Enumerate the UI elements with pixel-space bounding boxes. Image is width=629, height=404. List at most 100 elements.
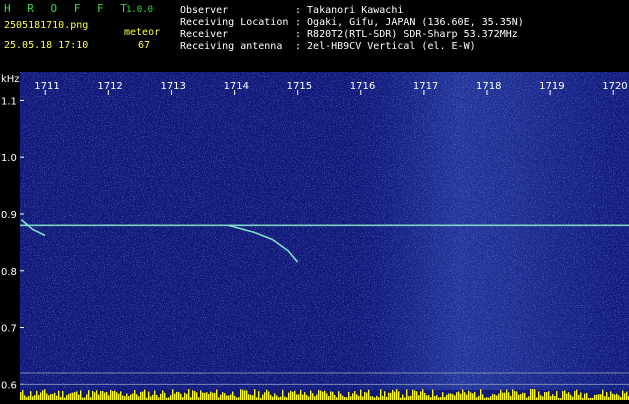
- meteor-count: 67: [138, 40, 151, 51]
- intensity-bar: [480, 389, 482, 400]
- intensity-bar: [612, 393, 614, 400]
- intensity-bar: [92, 390, 94, 400]
- intensity-bar: [366, 392, 368, 400]
- intensity-bar: [48, 395, 50, 400]
- intensity-bar: [254, 389, 256, 400]
- intensity-bar: [458, 391, 460, 400]
- intensity-bar: [292, 391, 294, 400]
- spectrogram-panel: 1.1 1.0 0.9 0.8 0.7 0.6 1711 1712 1713 1714 1715 1…: [0, 72, 629, 400]
- intensity-bar: [58, 390, 60, 400]
- intensity-bar: [498, 393, 500, 400]
- intensity-bar: [380, 389, 382, 400]
- y-axis-unit-label: kHz: [1, 74, 20, 85]
- intensity-bar: [392, 389, 394, 400]
- intensity-bar: [56, 395, 58, 400]
- intensity-bar: [210, 391, 212, 400]
- intensity-bar: [138, 396, 140, 400]
- x-tick-label: 1713: [160, 81, 185, 92]
- intensity-bar: [312, 393, 314, 400]
- intensity-bar: [332, 391, 334, 400]
- intensity-bar: [420, 391, 422, 400]
- intensity-bar: [310, 390, 312, 400]
- intensity-bar: [376, 395, 378, 400]
- intensity-bar: [246, 390, 248, 400]
- y-tick-label: 1.1: [1, 96, 17, 107]
- intensity-bar: [72, 392, 74, 400]
- y-tick-label: 0.8: [1, 267, 17, 278]
- intensity-bar: [518, 394, 520, 400]
- intensity-bar: [368, 389, 370, 400]
- header-panel: H R O F F T 1.0.0 2505181710.png meteor …: [0, 0, 629, 72]
- intensity-bar: [308, 396, 310, 400]
- intensity-bar: [534, 389, 536, 400]
- intensity-bar: [460, 393, 462, 400]
- intensity-bar: [94, 392, 96, 400]
- intensity-bar: [538, 391, 540, 400]
- intensity-bar: [80, 390, 82, 400]
- intensity-bar: [298, 394, 300, 400]
- intensity-bar: [252, 395, 254, 400]
- intensity-bar: [248, 394, 250, 400]
- app-version: 1.0.0: [126, 5, 154, 15]
- intensity-bar: [122, 395, 124, 400]
- intensity-bar: [194, 391, 196, 400]
- x-tick-label: 1714: [224, 81, 249, 92]
- intensity-bar: [114, 390, 116, 400]
- intensity-bar: [124, 396, 126, 400]
- intensity-bar: [578, 395, 580, 400]
- intensity-bar: [206, 392, 208, 400]
- intensity-bar: [144, 389, 146, 400]
- intensity-bar: [334, 394, 336, 400]
- intensity-bar: [510, 396, 512, 400]
- intensity-bar: [302, 394, 304, 400]
- intensity-bar: [546, 392, 548, 400]
- intensity-bar: [428, 395, 430, 400]
- intensity-bar: [70, 393, 72, 400]
- intensity-bar: [340, 393, 342, 400]
- intensity-bar: [320, 390, 322, 400]
- observer-label: Observer: [180, 5, 229, 16]
- intensity-bar: [454, 395, 456, 400]
- intensity-bar: [448, 393, 450, 400]
- intensity-bar: [52, 393, 54, 400]
- intensity-bar: [464, 392, 466, 400]
- intensity-bar: [442, 392, 444, 400]
- intensity-bar: [270, 394, 272, 400]
- intensity-bar: [324, 390, 326, 400]
- intensity-bar: [204, 392, 206, 400]
- receiver-label: Receiver: [180, 29, 229, 40]
- intensity-bar: [462, 389, 464, 400]
- intensity-bar: [230, 394, 232, 400]
- intensity-bar: [384, 391, 386, 400]
- intensity-bar: [88, 390, 90, 400]
- intensity-bar: [300, 389, 302, 400]
- intensity-bar: [290, 390, 292, 400]
- intensity-bar: [54, 392, 56, 400]
- intensity-bar: [502, 392, 504, 400]
- intensity-bar: [416, 391, 418, 400]
- y-tick-label: 0.6: [1, 380, 17, 391]
- intensity-bar: [36, 390, 38, 400]
- observer-value: : Takanori Kawachi: [295, 5, 404, 16]
- intensity-bar: [544, 392, 546, 400]
- intensity-bar: [196, 392, 198, 400]
- intensity-bar: [494, 394, 496, 400]
- intensity-bar: [258, 391, 260, 400]
- intensity-bar: [242, 389, 244, 400]
- intensity-bar: [540, 395, 542, 400]
- intensity-bar: [450, 393, 452, 400]
- intensity-bar: [532, 389, 534, 400]
- intensity-bar: [348, 391, 350, 400]
- intensity-bar: [282, 389, 284, 400]
- intensity-bar: [268, 391, 270, 400]
- intensity-bar: [354, 391, 356, 400]
- intensity-bar: [180, 393, 182, 400]
- intensity-bar: [326, 393, 328, 400]
- intensity-bar: [604, 396, 606, 400]
- intensity-bar: [262, 394, 264, 400]
- intensity-bar: [20, 392, 22, 400]
- x-tick-label: 1720: [602, 81, 627, 92]
- intensity-bar: [318, 390, 320, 400]
- intensity-bar: [228, 395, 230, 400]
- intensity-bar: [342, 395, 344, 400]
